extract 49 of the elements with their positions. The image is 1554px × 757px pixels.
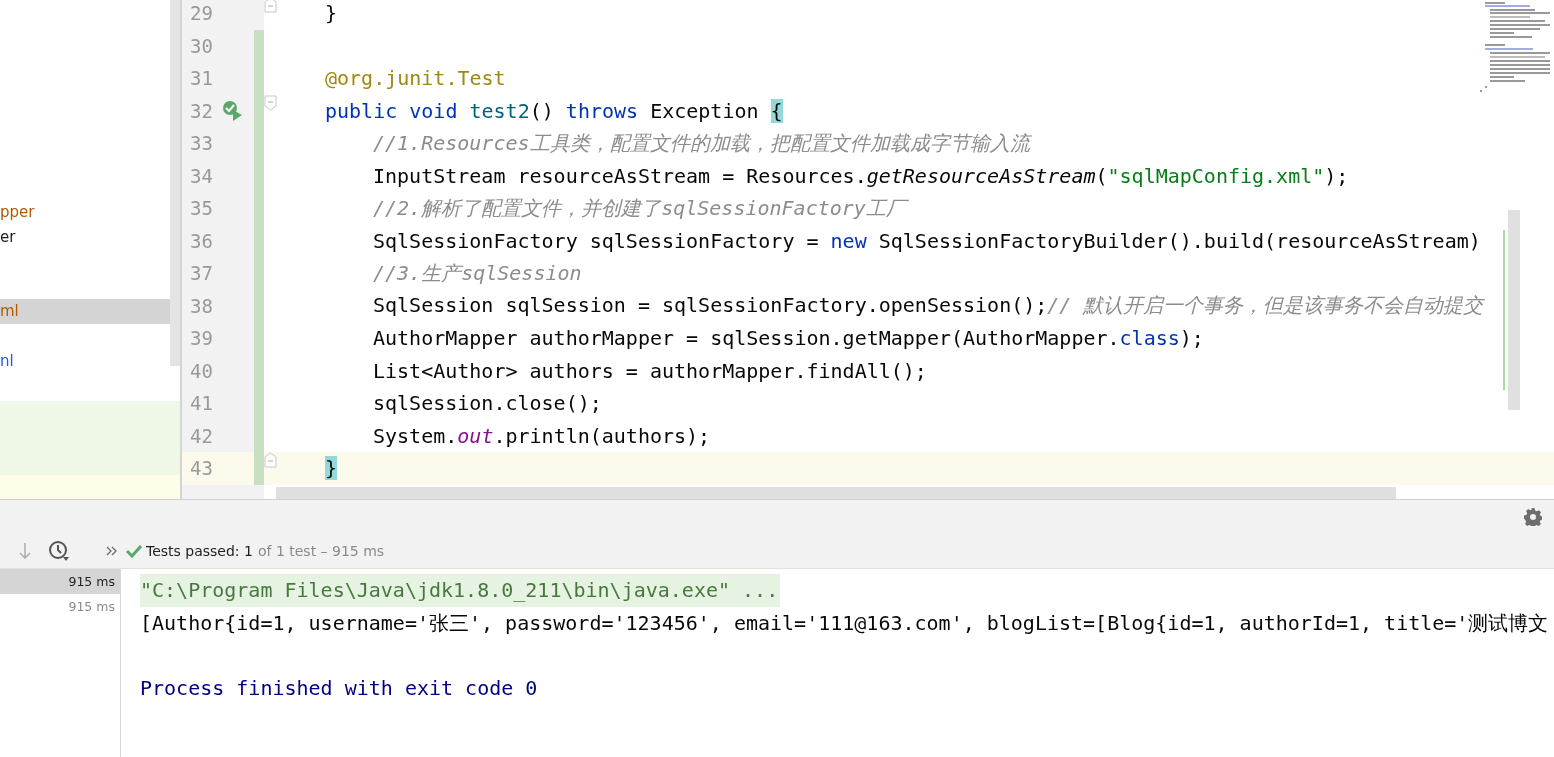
test-detail: of 1 test – 915 ms xyxy=(257,542,385,559)
line-number: 31 xyxy=(190,67,213,90)
line-number: 37 xyxy=(190,262,213,285)
line-number: 40 xyxy=(190,359,213,382)
tree-item[interactable]: nl xyxy=(0,349,170,374)
code-line: List<Author> authors = authorMapper.findAll(); xyxy=(373,358,927,383)
code-line: SqlSessionFactory sqlSessionFactory = new SqlSessionFactoryBuilder().build(resourceAsStream) xyxy=(373,228,1481,253)
code-line: @org.junit.Test xyxy=(325,66,506,91)
line-number: 38 xyxy=(190,294,213,317)
line-number: 39 xyxy=(190,327,213,350)
scrollbar[interactable] xyxy=(1508,210,1520,410)
code-line: //3.生产sqlSession xyxy=(373,259,582,287)
line-number: 34 xyxy=(190,164,213,187)
code-line: } xyxy=(325,1,338,26)
test-duration[interactable]: 915 ms xyxy=(0,569,120,594)
line-number: 42 xyxy=(190,424,213,447)
settings-icon[interactable] xyxy=(1524,507,1542,526)
code-line: System.out.println(authors); xyxy=(373,423,711,448)
line-number: 41 xyxy=(190,392,213,415)
fold-icon[interactable] xyxy=(264,94,277,111)
line-number: 43 xyxy=(190,457,213,480)
scrollbar[interactable] xyxy=(276,487,1396,499)
line-number: 33 xyxy=(190,132,213,155)
tree-item[interactable]: ml xyxy=(0,299,170,324)
line-number: 36 xyxy=(190,229,213,252)
tree-item[interactable]: er xyxy=(0,225,170,250)
code-line: sqlSession.close(); xyxy=(373,391,602,416)
clock-icon[interactable] xyxy=(48,539,70,562)
console-line: Process finished with exit code 0 xyxy=(140,674,538,702)
line-number: 30 xyxy=(190,34,213,57)
line-number: 29 xyxy=(190,2,213,25)
double-chevron-icon[interactable] xyxy=(106,545,118,556)
test-summary: Tests passed: 1 xyxy=(146,542,253,559)
run-test-icon[interactable] xyxy=(222,99,244,122)
code-line: AuthorMapper authorMapper = sqlSession.getMapper(AuthorMapper.class); xyxy=(373,326,1204,351)
code-line: //1.Resources工具类，配置文件的加载，把配置文件加载成字节输入流 xyxy=(373,129,1030,157)
code-line: InputStream resourceAsStream = Resources.getResourceAsStream("sqlMapConfig.xml"); xyxy=(373,163,1349,188)
test-duration[interactable]: 915 ms xyxy=(0,594,120,619)
fold-icon[interactable] xyxy=(264,452,277,468)
code-line: public void test2() throws Exception { xyxy=(325,98,783,123)
down-arrow-icon[interactable] xyxy=(18,541,32,560)
fold-icon[interactable] xyxy=(264,0,277,13)
line-number: 32 xyxy=(190,99,213,122)
tree-item[interactable]: pper xyxy=(0,200,170,225)
code-line: SqlSession sqlSession = sqlSessionFactory.openSession();// 默认开启一个事务，但是该事务不会自动提交 xyxy=(373,292,1484,320)
scrollbar[interactable] xyxy=(170,0,180,366)
console-line: [Author{id=1, username='张三', password='123456', email='111@163.com', blogList=[Blog{id=1, authorId=1, title='测试博文 xyxy=(140,609,1549,637)
line-number: 35 xyxy=(190,197,213,220)
check-icon xyxy=(126,543,142,558)
